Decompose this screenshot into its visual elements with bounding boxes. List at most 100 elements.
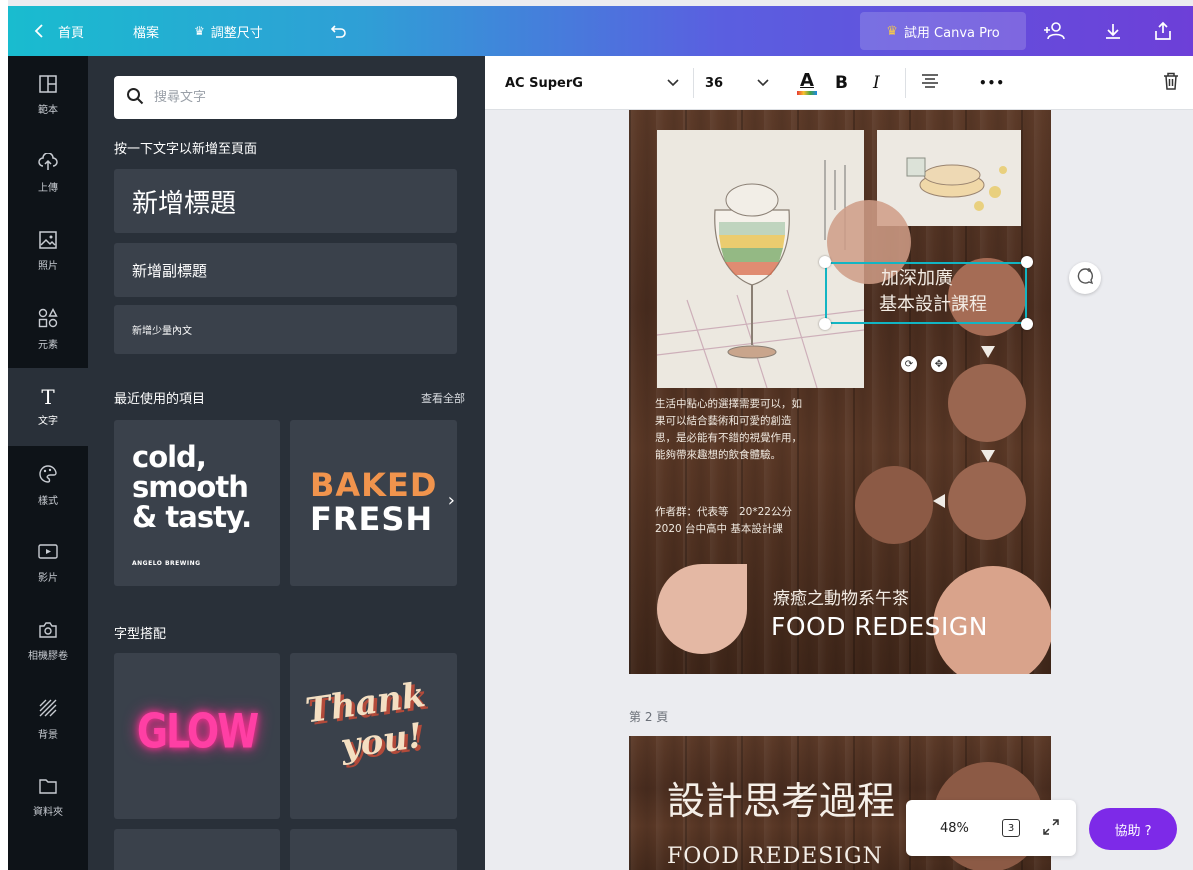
- rail-label: 影片: [38, 572, 58, 584]
- home-button[interactable]: 首頁: [34, 6, 84, 56]
- delete-button[interactable]: [1163, 56, 1179, 110]
- font-family-dropdown[interactable]: AC SuperG: [505, 56, 685, 110]
- rail-label: 範本: [38, 104, 58, 116]
- rail-styles[interactable]: 樣式: [8, 446, 88, 524]
- font-size-dropdown[interactable]: 36: [705, 56, 777, 110]
- palette-icon: [38, 464, 58, 487]
- decor-circle: [855, 466, 933, 544]
- try-pro-label: 試用 Canva Pro: [903, 25, 1000, 41]
- more-options-button[interactable]: •••: [979, 56, 1005, 110]
- elements-icon: [38, 307, 58, 331]
- fullscreen-icon[interactable]: [1042, 818, 1060, 840]
- design-page-1[interactable]: 加深加廣 基本設計課程 ⟳ ✥ 生活中點心的選擇需要可以，如 果可以結合藝術和可…: [629, 110, 1051, 674]
- resize-button[interactable]: ♛ 調整尺寸: [194, 6, 263, 56]
- page-count: 3: [1007, 822, 1015, 834]
- rail-templates[interactable]: 範本: [8, 56, 88, 134]
- page2-subtitle[interactable]: FOOD REDESIGN: [667, 844, 883, 869]
- side-nav-rail: 範本 上傳 照片 元素 T 文字 樣式 影片 相機膠卷 背景 資料夾: [8, 56, 88, 870]
- italic-button[interactable]: I: [873, 56, 880, 110]
- combo-tile-glow[interactable]: GLOW: [114, 653, 280, 819]
- video-icon: [38, 543, 58, 564]
- rail-label: 元素: [38, 339, 58, 351]
- rail-videos[interactable]: 影片: [8, 524, 88, 602]
- page-2-label: 第 2 頁: [629, 710, 669, 724]
- rail-label: 資料夾: [33, 806, 63, 818]
- rail-text[interactable]: T 文字: [8, 368, 88, 446]
- download-button[interactable]: [1104, 6, 1122, 56]
- decor-circle: [948, 364, 1026, 442]
- design-canvas: 加深加廣 基本設計課程 ⟳ ✥ 生活中點心的選擇需要可以，如 果可以結合藝術和可…: [485, 110, 1193, 870]
- see-all-link[interactable]: 查看全部: [421, 390, 465, 406]
- rail-label: 文字: [38, 416, 58, 427]
- align-center-icon: [921, 73, 939, 93]
- rail-label: 相機膠卷: [28, 650, 68, 662]
- text-line: 思，是必能有不錯的視覺作用，: [655, 432, 802, 444]
- text-panel: 按一下文字以新增至頁面 新增標題 新增副標題 新增少量內文 最近使用的項目 查看…: [88, 56, 485, 870]
- add-subheading-label: 新增副標題: [132, 261, 208, 280]
- undo-button[interactable]: [330, 6, 348, 56]
- add-subheading-button[interactable]: 新增副標題: [114, 243, 457, 297]
- tile-caption: ANGELO BREWING: [132, 560, 201, 567]
- rail-label: 上傳: [38, 182, 58, 194]
- rail-uploads[interactable]: 上傳: [8, 134, 88, 212]
- rail-camera-roll[interactable]: 相機膠卷: [8, 602, 88, 680]
- publish-button[interactable]: [1154, 6, 1172, 56]
- add-body-text-button[interactable]: 新增少量內文: [114, 305, 457, 354]
- page-count-button[interactable]: 3: [1002, 819, 1020, 837]
- combo-tile[interactable]: [290, 829, 457, 870]
- rail-label: 樣式: [38, 495, 58, 507]
- add-heading-button[interactable]: 新增標題: [114, 169, 457, 233]
- design-body-text[interactable]: 生活中點心的選擇需要可以，如 果可以結合藝術和可愛的創造 思，是必能有不錯的視覺…: [655, 396, 865, 464]
- rail-elements[interactable]: 元素: [8, 290, 88, 368]
- design-subtitle-en[interactable]: FOOD REDESIGN: [771, 612, 988, 641]
- tile-line: FRESH: [310, 500, 434, 538]
- canva-editor: 首頁 檔案 ♛ 調整尺寸 ♛ 試用 Canva Pro 範本 上傳 照片 元素 …: [8, 0, 1193, 870]
- text-line: 2020 台中高中 基本設計課: [655, 523, 783, 535]
- text-icon: T: [41, 385, 55, 409]
- page2-title[interactable]: 設計思考過程: [667, 770, 895, 825]
- add-heading-label: 新增標題: [132, 188, 237, 219]
- text-line: 作者群：代表等 20*22公分: [655, 506, 792, 518]
- combo-tile[interactable]: [114, 829, 280, 870]
- move-handle-icon[interactable]: ✥: [931, 356, 947, 372]
- undo-icon: [330, 23, 348, 39]
- camera-icon: [38, 621, 58, 642]
- font-size-value: 36: [705, 75, 724, 91]
- bold-button[interactable]: B: [835, 56, 848, 110]
- search-input[interactable]: [154, 90, 434, 105]
- zoom-controls: 48% 3: [906, 800, 1076, 856]
- resize-handle[interactable]: [1021, 318, 1033, 330]
- scroll-right-icon[interactable]: ›: [448, 490, 455, 511]
- design-subtitle-cn[interactable]: 療癒之動物系午茶: [773, 584, 909, 609]
- text-toolbar: AC SuperG 36 A B I •••: [485, 56, 1193, 110]
- search-icon: [126, 87, 144, 109]
- combo-tile-thank-you[interactable]: Thank you!: [290, 653, 457, 819]
- share-people-button[interactable]: [1042, 6, 1066, 56]
- tile-line: smooth: [132, 470, 249, 504]
- design-credits[interactable]: 作者群：代表等 20*22公分 2020 台中高中 基本設計課: [655, 504, 865, 538]
- resize-handle[interactable]: [1021, 256, 1033, 268]
- rail-photos[interactable]: 照片: [8, 212, 88, 290]
- tile-line: & tasty.: [132, 500, 252, 534]
- more-icon: •••: [979, 76, 1006, 90]
- recent-tile-baked-fresh[interactable]: BAKED FRESH ›: [290, 420, 457, 586]
- file-menu-button[interactable]: 檔案: [133, 6, 159, 56]
- top-bar: 首頁 檔案 ♛ 調整尺寸 ♛ 試用 Canva Pro: [8, 6, 1193, 56]
- photo-icon: [39, 230, 57, 252]
- align-button[interactable]: [921, 56, 939, 110]
- zoom-level[interactable]: 48%: [940, 821, 969, 836]
- resize-handle[interactable]: [819, 318, 831, 330]
- try-canva-pro-button[interactable]: ♛ 試用 Canva Pro: [860, 12, 1026, 50]
- chevron-left-icon: [34, 24, 44, 38]
- resize-handle[interactable]: [819, 256, 831, 268]
- rail-backgrounds[interactable]: 背景: [8, 680, 88, 758]
- rail-folders[interactable]: 資料夾: [8, 758, 88, 836]
- help-button[interactable]: 協助 ?: [1089, 808, 1177, 850]
- selected-text-box[interactable]: 加深加廣 基本設計課程: [825, 262, 1027, 324]
- arrow-left-icon: [933, 494, 945, 508]
- comment-button[interactable]: [1069, 262, 1101, 294]
- divider: [905, 68, 906, 98]
- rotate-handle-icon[interactable]: ⟳: [901, 356, 917, 372]
- recent-tile-cold-smooth[interactable]: cold, smooth & tasty. ANGELO BREWING: [114, 420, 280, 586]
- text-color-button[interactable]: A: [795, 56, 819, 110]
